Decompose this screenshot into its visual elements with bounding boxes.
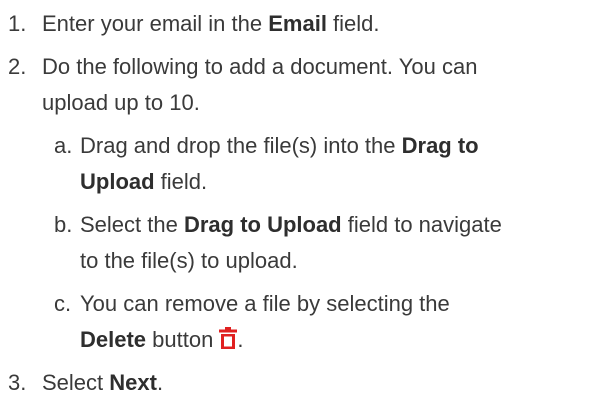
substep-text: . <box>237 327 244 352</box>
step-1: 1. Enter your email in the Email field. <box>8 6 610 42</box>
substep-letter: a. <box>54 133 73 158</box>
step-3: 3. Select Next. <box>8 365 610 401</box>
substep-letter: b. <box>54 212 73 237</box>
substep-text: field to navigate <box>341 212 502 237</box>
step-text: Enter your email in the <box>42 11 269 36</box>
step-number: 2. <box>8 54 27 79</box>
trash-icon <box>219 327 238 349</box>
drag-to-upload-reference: Drag to <box>401 133 479 158</box>
substep-text-line: to the file(s) to upload. <box>80 248 298 273</box>
substep-text: Drag and drop the file(s) into the <box>80 133 402 158</box>
substep-b: b. Select the Drag to Upload field to na… <box>8 207 610 279</box>
step-text-line: Do the following to add a document. You … <box>42 54 478 79</box>
step-number: 1. <box>8 11 27 36</box>
step-number: 3. <box>8 370 27 395</box>
step-text: field. <box>326 11 380 36</box>
email-field-reference: Email <box>268 11 327 36</box>
step-text-line: upload up to 10. <box>42 90 200 115</box>
substep-text: Select the <box>80 212 184 237</box>
delete-button-reference: Delete <box>80 327 147 352</box>
instructions-list: 1. Enter your email in the Email field. … <box>0 0 610 401</box>
substep-text: button <box>146 327 214 352</box>
substep-text-line: You can remove a file by selecting the <box>80 291 450 316</box>
drag-to-upload-reference: Drag to Upload <box>183 212 342 237</box>
step-2: 2. Do the following to add a document. Y… <box>8 49 610 121</box>
drag-to-upload-reference: Upload <box>80 169 155 194</box>
substep-text: field. <box>154 169 208 194</box>
substep-letter: c. <box>54 291 72 316</box>
substep-c: c. You can remove a file by selecting th… <box>8 286 610 358</box>
substep-a: a. Drag and drop the file(s) into the Dr… <box>8 128 610 200</box>
